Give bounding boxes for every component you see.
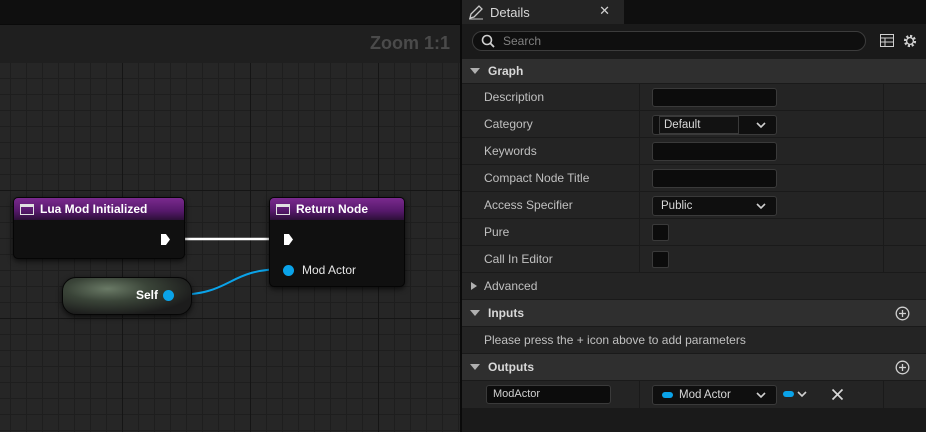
expand-arrow-icon bbox=[470, 68, 480, 74]
remove-param-x-icon[interactable] bbox=[831, 388, 844, 401]
category-value[interactable]: Default bbox=[659, 116, 739, 134]
add-input-plus-icon[interactable] bbox=[895, 306, 910, 321]
chevron-down-icon bbox=[756, 203, 766, 210]
node-title-bar: Return Node bbox=[270, 198, 404, 220]
section-label: Graph bbox=[488, 64, 524, 78]
output-param-name-field[interactable]: ModActor bbox=[486, 385, 611, 404]
node-title: Lua Mod Initialized bbox=[40, 202, 148, 216]
search-icon bbox=[481, 34, 495, 48]
row-call-in-editor: Call In Editor bbox=[462, 245, 926, 273]
column-divider bbox=[883, 219, 884, 246]
section-label: Outputs bbox=[488, 360, 534, 374]
row-label: Compact Node Title bbox=[484, 171, 590, 185]
table-view-icon[interactable] bbox=[880, 34, 894, 47]
row-access-specifier: Access Specifier Public bbox=[462, 191, 926, 219]
gear-icon[interactable] bbox=[902, 33, 918, 49]
output-param-row: ModActor Mod Actor bbox=[462, 380, 926, 408]
advanced-label: Advanced bbox=[484, 279, 538, 293]
details-panel: Details ✕ Graph Description bbox=[460, 0, 926, 432]
column-divider bbox=[883, 165, 884, 192]
call-in-editor-checkbox[interactable] bbox=[652, 251, 669, 268]
object-type-icon bbox=[662, 392, 673, 398]
details-tab[interactable]: Details ✕ bbox=[462, 0, 624, 24]
chevron-down-icon bbox=[797, 391, 807, 398]
column-divider bbox=[639, 84, 640, 111]
access-specifier-value: Public bbox=[661, 200, 693, 212]
function-icon bbox=[276, 203, 290, 215]
chevron-down-icon bbox=[756, 392, 766, 399]
row-compact-node-title: Compact Node Title bbox=[462, 164, 926, 192]
column-divider bbox=[639, 381, 640, 408]
single-value-icon bbox=[783, 391, 794, 397]
column-divider bbox=[639, 165, 640, 192]
chevron-down-icon bbox=[756, 122, 766, 129]
tab-strip: Details ✕ bbox=[462, 0, 926, 24]
close-icon[interactable]: ✕ bbox=[599, 3, 610, 19]
inputs-hint: Please press the + icon above to add par… bbox=[484, 333, 746, 347]
column-divider bbox=[883, 381, 884, 408]
advanced-expander[interactable]: Advanced bbox=[462, 272, 926, 299]
row-keywords: Keywords bbox=[462, 137, 926, 165]
pure-checkbox[interactable] bbox=[652, 224, 669, 241]
row-label: Category bbox=[484, 117, 533, 131]
section-inputs[interactable]: Inputs bbox=[462, 299, 926, 326]
category-combo[interactable]: Default bbox=[652, 115, 777, 135]
column-divider bbox=[639, 219, 640, 246]
lua-mod-initialized-node[interactable]: Lua Mod Initialized bbox=[13, 197, 185, 259]
description-field[interactable] bbox=[652, 88, 777, 107]
inputs-hint-row: Please press the + icon above to add par… bbox=[462, 326, 926, 353]
section-outputs[interactable]: Outputs bbox=[462, 353, 926, 380]
exec-out-pin[interactable] bbox=[161, 234, 170, 245]
row-label: Keywords bbox=[484, 144, 537, 158]
column-divider bbox=[639, 138, 640, 165]
pin-label-mod-actor: Mod Actor bbox=[302, 263, 357, 277]
keywords-field[interactable] bbox=[652, 142, 777, 161]
search-row bbox=[462, 24, 926, 58]
graph-editor[interactable]: Zoom 1:1 Lua Mod Initialized Return Node… bbox=[0, 0, 460, 432]
return-node[interactable]: Return Node Mod Actor bbox=[269, 197, 405, 287]
row-label: Call In Editor bbox=[484, 252, 553, 266]
section-label: Inputs bbox=[488, 306, 524, 320]
column-divider bbox=[883, 84, 884, 111]
node-title-bar: Lua Mod Initialized bbox=[14, 198, 184, 220]
add-output-plus-icon[interactable] bbox=[895, 360, 910, 375]
row-label: Access Specifier bbox=[484, 198, 573, 212]
compact-node-title-field[interactable] bbox=[652, 169, 777, 188]
row-label: Description bbox=[484, 90, 545, 104]
container-type-selector[interactable] bbox=[783, 387, 813, 401]
self-label: Self bbox=[136, 288, 159, 302]
access-specifier-combo[interactable]: Public bbox=[652, 196, 777, 216]
row-pure: Pure bbox=[462, 218, 926, 246]
section-graph[interactable]: Graph bbox=[462, 58, 926, 83]
output-param-type: Mod Actor bbox=[679, 389, 731, 401]
column-divider bbox=[639, 111, 640, 138]
search-input[interactable] bbox=[501, 33, 845, 49]
pencil-icon bbox=[469, 5, 483, 20]
function-icon bbox=[20, 203, 34, 215]
column-divider bbox=[883, 246, 884, 273]
expand-arrow-icon bbox=[471, 282, 477, 290]
column-divider bbox=[639, 246, 640, 273]
expand-arrow-icon bbox=[470, 364, 480, 370]
row-label: Pure bbox=[484, 225, 510, 239]
exec-in-pin[interactable] bbox=[284, 234, 293, 245]
row-description: Description bbox=[462, 83, 926, 111]
expand-arrow-icon bbox=[470, 310, 480, 316]
mod-actor-input-pin[interactable] bbox=[283, 265, 294, 276]
self-output-pin[interactable] bbox=[163, 290, 174, 301]
tab-title: Details bbox=[490, 4, 530, 20]
column-divider bbox=[883, 192, 884, 219]
node-title: Return Node bbox=[296, 202, 368, 216]
row-category: Category Default bbox=[462, 110, 926, 138]
column-divider bbox=[883, 138, 884, 165]
self-node[interactable]: Self bbox=[62, 277, 192, 315]
column-divider bbox=[639, 192, 640, 219]
output-param-type-combo[interactable]: Mod Actor bbox=[652, 385, 777, 405]
search-box[interactable] bbox=[472, 31, 866, 51]
column-divider bbox=[883, 111, 884, 138]
